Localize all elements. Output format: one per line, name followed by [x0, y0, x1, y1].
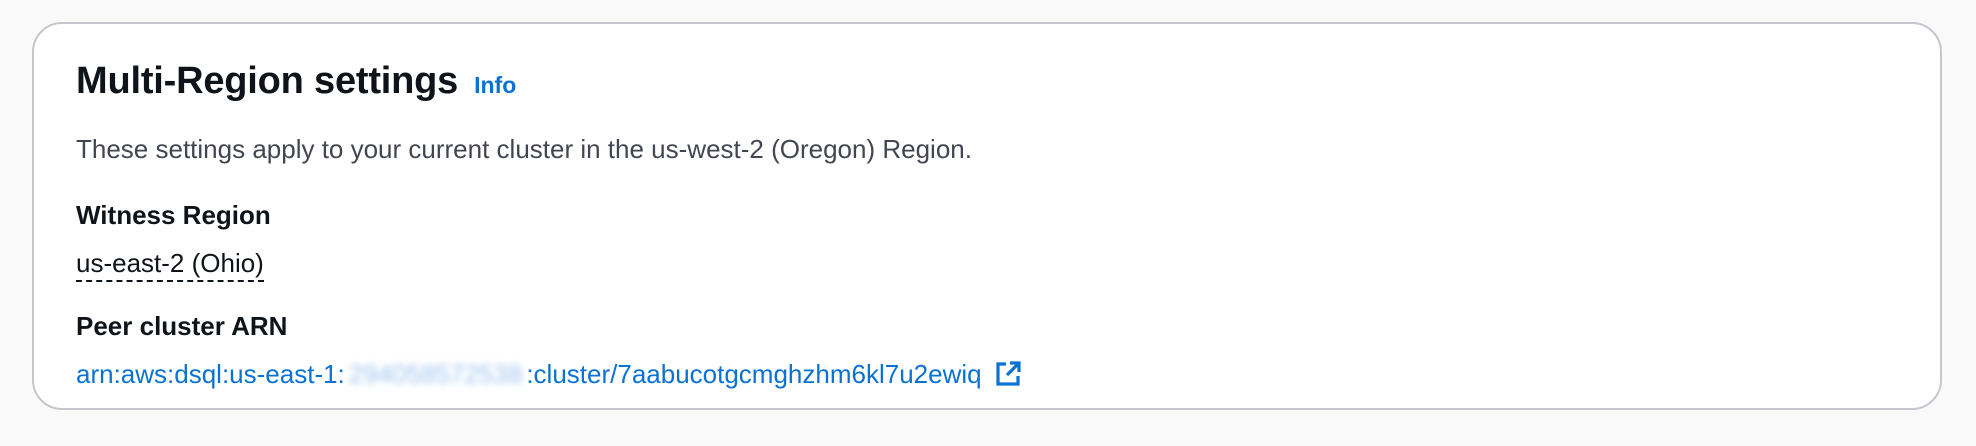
peer-cluster-arn-link[interactable]: arn:aws:dsql:us-east-1: 294058572538 :cl…: [76, 357, 1022, 391]
external-link-icon: [995, 361, 1021, 386]
witness-region-value[interactable]: us-east-2 (Ohio): [76, 246, 264, 282]
arn-prefix: arn:aws:dsql:us-east-1:: [76, 359, 345, 389]
panel-description: These settings apply to your current clu…: [76, 134, 972, 164]
panel-header: Multi-Region settings Info: [76, 60, 516, 103]
info-link[interactable]: Info: [474, 72, 516, 99]
redacted-account-id: 294058572538: [348, 359, 523, 389]
panel-title: Multi-Region settings: [76, 60, 459, 102]
witness-region-label: Witness Region: [76, 200, 271, 230]
peer-cluster-arn-label: Peer cluster ARN: [76, 311, 288, 341]
multi-region-settings-panel: Multi-Region settings Info These setting…: [32, 22, 1942, 410]
arn-suffix: :cluster/7aabucotgcmghzhm6kl7u2ewiq: [526, 359, 982, 389]
